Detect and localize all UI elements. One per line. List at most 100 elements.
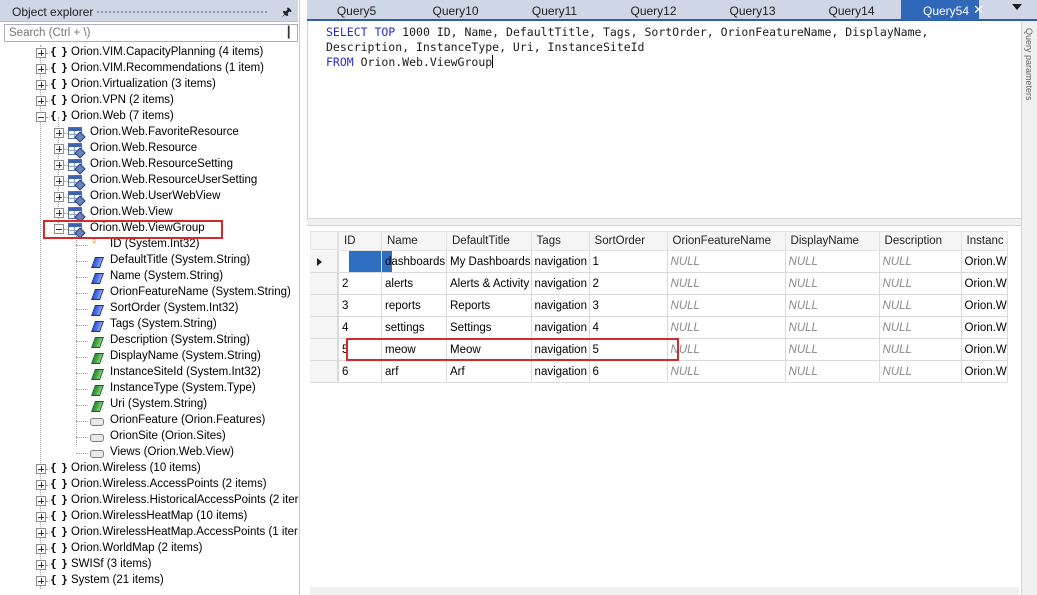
table-row[interactable]: 3 reports Reports navigation 3 NULL NULL NULL Or… bbox=[338, 294, 1008, 317]
table-cell[interactable]: NULL bbox=[784, 250, 880, 273]
table-cell[interactable]: Orion.W bbox=[960, 250, 1008, 273]
tree-node[interactable]: Tags (System.String) bbox=[72, 317, 298, 333]
expand-icon[interactable] bbox=[36, 64, 46, 74]
expand-icon[interactable] bbox=[36, 496, 46, 506]
expand-icon[interactable] bbox=[36, 560, 46, 570]
table-cell[interactable]: navigation bbox=[530, 272, 590, 295]
tab-query54[interactable]: Query54 bbox=[901, 0, 979, 20]
expand-icon[interactable] bbox=[36, 544, 46, 554]
tree-node[interactable]: Orion.Web.FavoriteResource bbox=[54, 125, 298, 141]
table-row[interactable]: 4 settings Settings navigation 4 NULL NULL NULL… bbox=[338, 316, 1008, 339]
query-parameters-strip[interactable] bbox=[1021, 21, 1037, 595]
tab-query13[interactable]: Query13 bbox=[703, 0, 802, 20]
tree-node[interactable]: Orion.Web.Resource bbox=[54, 141, 298, 157]
table-cell[interactable]: 6 bbox=[338, 360, 382, 383]
table-cell[interactable]: navigation bbox=[530, 360, 590, 383]
column-header[interactable]: Description bbox=[878, 231, 962, 251]
tree-node[interactable]: { } Orion.WirelessHeatMap (10 items) bbox=[36, 509, 298, 525]
tree-node[interactable]: { } Orion.Web (7 items) bbox=[36, 109, 298, 125]
table-cell[interactable]: Orion.W bbox=[960, 360, 1008, 383]
row-header[interactable] bbox=[310, 251, 338, 273]
tree-node[interactable]: { } System (21 items) bbox=[36, 573, 298, 589]
tree-node[interactable]: { } Orion.VPN (2 items) bbox=[36, 93, 298, 109]
expand-icon[interactable] bbox=[54, 208, 64, 218]
tree-node[interactable]: InstanceSiteId (System.Int32) bbox=[72, 365, 298, 381]
table-cell[interactable]: 3 bbox=[338, 294, 382, 317]
column-header[interactable]: DefaultTitle bbox=[446, 231, 532, 251]
table-cell[interactable]: NULL bbox=[878, 250, 962, 273]
column-header[interactable]: Tags bbox=[530, 231, 590, 251]
table-cell[interactable]: navigation bbox=[530, 250, 590, 273]
table-cell[interactable]: NULL bbox=[666, 250, 786, 273]
table-cell[interactable]: Alerts & Activity bbox=[446, 272, 532, 295]
pin-icon[interactable]: 🖈 bbox=[281, 3, 292, 24]
tree-node[interactable]: OrionFeatureName (System.String) bbox=[72, 285, 298, 301]
table-cell[interactable]: NULL bbox=[878, 338, 962, 361]
tree-node[interactable]: DefaultTitle (System.String) bbox=[72, 253, 298, 269]
tree-node[interactable]: SortOrder (System.Int32) bbox=[72, 301, 298, 317]
tab-query11[interactable]: Query11 bbox=[505, 0, 604, 20]
column-header[interactable]: Name bbox=[381, 231, 447, 251]
table-cell[interactable]: 4 bbox=[338, 316, 382, 339]
table-cell[interactable]: NULL bbox=[784, 294, 880, 317]
table-cell[interactable]: Settings bbox=[446, 316, 532, 339]
table-cell[interactable]: NULL bbox=[878, 316, 962, 339]
column-header[interactable]: SortOrder bbox=[588, 231, 668, 251]
table-cell[interactable]: alerts bbox=[381, 272, 447, 295]
table-cell[interactable]: NULL bbox=[784, 338, 880, 361]
tree-node[interactable]: ♀ ID (System.Int32) bbox=[72, 236, 298, 253]
expand-icon[interactable] bbox=[36, 576, 46, 586]
table-cell[interactable]: 1 bbox=[338, 250, 382, 273]
expand-icon[interactable] bbox=[36, 48, 46, 58]
search-input[interactable] bbox=[5, 25, 279, 41]
column-header[interactable]: Instanc bbox=[960, 231, 1008, 251]
table-row[interactable]: 1 dashboards My Dashboards navigation 1 NULL N… bbox=[338, 250, 1008, 273]
table-cell[interactable]: reports bbox=[381, 294, 447, 317]
query-parameters-label[interactable]: Query parameters bbox=[1024, 28, 1034, 101]
row-header[interactable] bbox=[310, 361, 338, 383]
table-cell[interactable]: 2 bbox=[588, 272, 668, 295]
table-cell[interactable]: 2 bbox=[338, 272, 382, 295]
query-text[interactable]: SELECT TOP 1000 ID, Name, DefaultTitle, … bbox=[326, 25, 928, 70]
table-cell[interactable]: NULL bbox=[666, 316, 786, 339]
expand-icon[interactable] bbox=[54, 160, 64, 170]
column-header[interactable]: DisplayName bbox=[784, 231, 880, 251]
tree-node[interactable]: { } Orion.WirelessHeatMap.AccessPoints (1… bbox=[36, 525, 298, 541]
tree-node[interactable]: OrionSite (Orion.Sites) bbox=[72, 429, 298, 445]
table-cell[interactable]: 4 bbox=[588, 316, 668, 339]
table-cell[interactable]: Reports bbox=[446, 294, 532, 317]
object-explorer-search[interactable]: ┃ bbox=[4, 24, 298, 42]
expand-icon[interactable] bbox=[36, 512, 46, 522]
table-cell[interactable]: My Dashboards bbox=[446, 250, 532, 273]
tree-node[interactable]: Name (System.String) bbox=[72, 269, 298, 285]
tree-node[interactable]: Orion.Web.UserWebView bbox=[54, 189, 298, 205]
table-cell[interactable]: Arf bbox=[446, 360, 532, 383]
table-cell[interactable]: dashboards bbox=[381, 250, 447, 273]
tree-node[interactable]: OrionFeature (Orion.Features) bbox=[72, 413, 298, 429]
table-cell[interactable]: NULL bbox=[878, 294, 962, 317]
column-header[interactable]: OrionFeatureName bbox=[666, 231, 786, 251]
tab-query5[interactable]: Query5 bbox=[307, 0, 406, 20]
row-header[interactable] bbox=[310, 339, 338, 361]
query-line[interactable]: SELECT TOP 1000 ID, Name, DefaultTitle, … bbox=[326, 25, 928, 40]
tree-node[interactable]: Orion.Web.ResourceUserSetting bbox=[54, 173, 298, 189]
table-cell[interactable]: NULL bbox=[666, 294, 786, 317]
tree-node[interactable]: { } Orion.WorldMap (2 items) bbox=[36, 541, 298, 557]
collapse-icon[interactable] bbox=[36, 112, 46, 122]
expand-icon[interactable] bbox=[54, 192, 64, 202]
table-cell[interactable]: NULL bbox=[666, 338, 786, 361]
table-cell[interactable]: NULL bbox=[784, 316, 880, 339]
tab-query14[interactable]: Query14 bbox=[802, 0, 901, 20]
table-cell[interactable]: NULL bbox=[878, 360, 962, 383]
table-cell[interactable]: Orion.W bbox=[960, 272, 1008, 295]
table-cell[interactable]: NULL bbox=[784, 360, 880, 383]
expand-icon[interactable] bbox=[54, 144, 64, 154]
tab-query12[interactable]: Query12 bbox=[604, 0, 703, 20]
table-cell[interactable]: NULL bbox=[666, 272, 786, 295]
table-cell[interactable]: Orion.W bbox=[960, 338, 1008, 361]
editor-results-splitter[interactable] bbox=[307, 218, 1021, 226]
tree-node[interactable]: { } SWISf (3 items) bbox=[36, 557, 298, 573]
tree-node[interactable]: { } Orion.Wireless.AccessPoints (2 items) bbox=[36, 477, 298, 493]
tree-node[interactable]: { } Orion.Virtualization (3 items) bbox=[36, 77, 298, 93]
tree-node[interactable]: DisplayName (System.String) bbox=[72, 349, 298, 365]
